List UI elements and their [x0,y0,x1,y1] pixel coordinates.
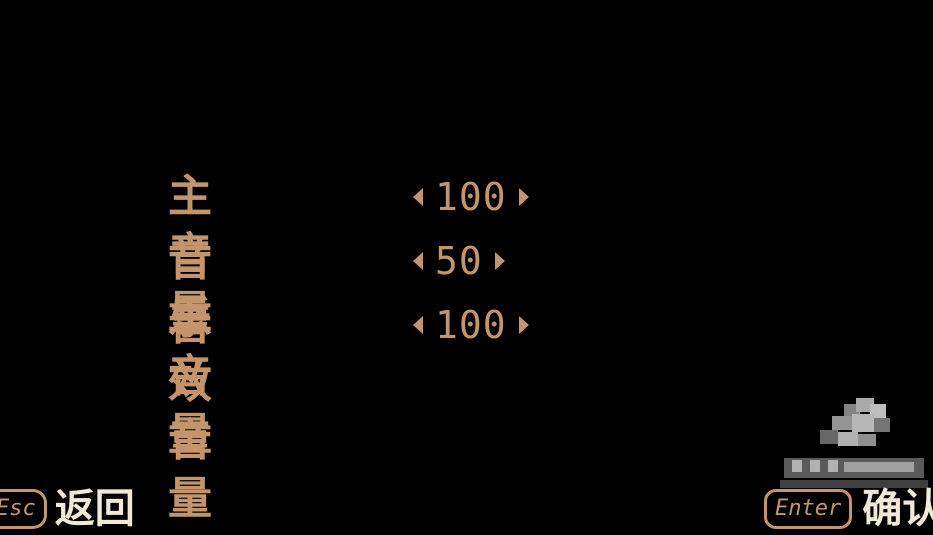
confirm-hint[interactable]: Enter 确认 [764,486,933,532]
sfx-volume-label: 音效音量 [168,299,214,524]
enter-key-badge[interactable]: Enter [764,489,853,529]
arrow-left-icon[interactable] [413,316,423,334]
pixelated-watermark [780,398,928,488]
volume-settings-screen: 主音量 100 音乐音量 50 音效音量 100 Esc [0,0,933,535]
back-hint[interactable]: Esc 返回 [0,486,135,532]
sfx-volume-value: 100 [435,303,507,347]
back-label: 返回 [54,486,135,532]
master-volume-value: 100 [435,175,507,219]
music-volume-selector[interactable]: 50 [413,232,505,290]
arrow-left-icon[interactable] [413,188,423,206]
arrow-right-icon[interactable] [494,252,505,270]
sfx-volume-selector[interactable]: 100 [413,296,529,354]
arrow-right-icon[interactable] [518,188,529,206]
confirm-label: 确认 [862,486,933,532]
master-volume-selector[interactable]: 100 [413,168,529,226]
arrow-right-icon[interactable] [518,316,529,334]
esc-key-badge[interactable]: Esc [0,489,47,529]
arrow-left-icon[interactable] [413,252,423,270]
music-volume-value: 50 [435,239,483,283]
